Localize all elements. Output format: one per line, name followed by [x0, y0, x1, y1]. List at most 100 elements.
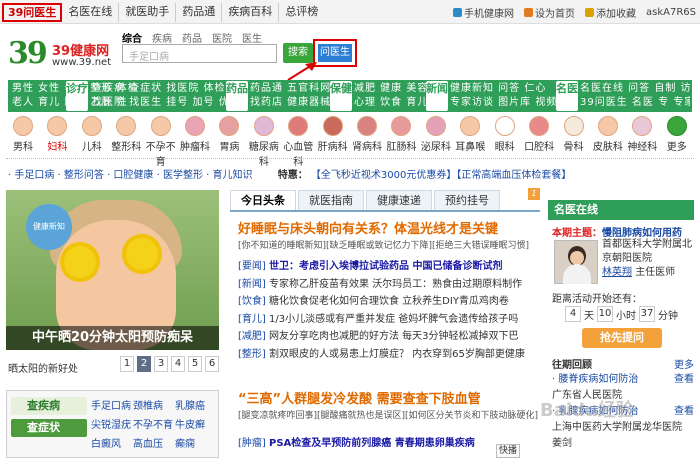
- past-item[interactable]: · 腰脊疾病如何防治 查看: [552, 372, 694, 388]
- nav-block-treatment[interactable]: 查疾病 查症状 找医院 体检 找医院 找医生 挂号 加号 优惠: [92, 82, 241, 110]
- dept-gynecology[interactable]: 妇科: [40, 116, 74, 156]
- pager-4[interactable]: 4: [171, 356, 185, 372]
- plus-icon: [666, 116, 687, 136]
- nav-tag-news[interactable]: 新闻: [426, 81, 448, 111]
- past-more-link[interactable]: 更多: [674, 356, 694, 371]
- dept-orthopedics[interactable]: 骨科: [557, 116, 591, 156]
- dept-plastic[interactable]: 整形科: [109, 116, 143, 156]
- news-headline-2[interactable]: “三高”人群腿发冷发酸 需要查查下肢血管: [238, 388, 538, 407]
- nav-block-famous-doctors[interactable]: 名医在线 问答 自制 访谈39问医生 名医 专 专家: [580, 82, 690, 110]
- pager-2[interactable]: 2: [137, 356, 151, 372]
- doctor-title: 主任医师: [635, 267, 676, 278]
- user-account-link[interactable]: askA7R6S: [646, 5, 696, 20]
- dept-infertility[interactable]: 不孕不育: [144, 116, 178, 168]
- news-subhead-2[interactable]: [腿变凉就疼咋回事][腿酸痛就热也是误区][如何区分关节炎和下肢动脉硬化]: [238, 408, 538, 421]
- dept-liver[interactable]: 肝病科: [316, 116, 350, 156]
- dept-andrology[interactable]: 男科: [6, 116, 40, 156]
- nav-tag-famous-doctors[interactable]: 名医: [556, 81, 578, 111]
- disease-link[interactable]: 尖锐湿疣: [91, 416, 133, 431]
- nav-tag-healthcare[interactable]: 保健: [330, 81, 352, 111]
- disease-link[interactable]: 颈椎病: [133, 397, 175, 412]
- dept-oncology[interactable]: 肿瘤科: [178, 116, 212, 156]
- top-nav-rankings[interactable]: 总评榜: [279, 3, 324, 22]
- search-tab-hospital[interactable]: 医院: [212, 30, 232, 45]
- top-nav-drugs[interactable]: 药品通: [176, 3, 223, 22]
- nav-tag-drugs[interactable]: 药品: [226, 81, 248, 111]
- countdown-minutes: 37: [639, 306, 655, 322]
- ask-first-button[interactable]: 抢先提问: [582, 328, 662, 348]
- search-input[interactable]: 手足口病: [122, 44, 277, 63]
- site-logo[interactable]: 39 39健康网 www.39.net: [8, 36, 116, 74]
- quick-links[interactable]: · 手足口病 · 整形问答 · 口腔健康 · 医学整形 · 育儿知识: [8, 170, 253, 181]
- tab-headlines[interactable]: 今日头条: [230, 190, 296, 210]
- disease-link[interactable]: 不孕不育: [133, 416, 175, 431]
- dept-dental[interactable]: 口腔科: [522, 116, 556, 156]
- doctor-name[interactable]: 林英翔: [602, 267, 632, 278]
- pager-1[interactable]: 1: [120, 356, 134, 372]
- home-icon: [524, 8, 533, 17]
- nav-tag-treatment[interactable]: 诊疗: [66, 81, 88, 111]
- top-nav-disease-wiki[interactable]: 疾病百科: [222, 3, 280, 22]
- tumor-icon: [185, 116, 206, 136]
- disease-link[interactable]: 高血压: [133, 435, 175, 450]
- lookup-disease-button[interactable]: 查疾病: [11, 397, 87, 415]
- mouth-icon: [529, 116, 550, 136]
- pager-3[interactable]: 3: [154, 356, 168, 372]
- dept-eye[interactable]: 眼科: [488, 116, 522, 156]
- tab-clinic-guide[interactable]: 就医指南: [298, 190, 364, 210]
- dept-pediatrics[interactable]: 儿科: [75, 116, 109, 156]
- news-item[interactable]: [肿瘤] PSA检查及早预防前列腺癌 青春期患卵巢疾病: [238, 434, 538, 449]
- disease-link[interactable]: 牛皮癣: [175, 416, 217, 431]
- nav-block-healthcare[interactable]: 减肥 健康 美容 心理 饮食 育儿: [354, 82, 428, 110]
- disease-link[interactable]: 乳腺癌: [175, 397, 217, 412]
- feature-subtitle[interactable]: 晒太阳的新好处: [8, 360, 78, 375]
- disease-link[interactable]: 白癜风: [91, 435, 133, 450]
- past-item: 上海中医药大学附属龙华医院 姜剑: [552, 422, 682, 449]
- feature-caption[interactable]: 中午晒20分钟太阳预防痴呆: [6, 326, 219, 350]
- ask-doctor-button[interactable]: 问医生: [318, 44, 352, 62]
- tab-health-express[interactable]: 健康速递: [366, 190, 432, 210]
- news-item[interactable]: [要闻] 世卫：考虑引入埃博拉试验药品 中国已储备诊断试剂: [238, 258, 538, 276]
- doctor-avatar[interactable]: [554, 240, 598, 284]
- news-headline[interactable]: 好睡眠与床头朝向有关系？体温光线才是关键: [238, 218, 538, 237]
- dept-diabetes[interactable]: 糖尿病科: [247, 116, 281, 168]
- set-homepage-link[interactable]: 设为首页: [524, 5, 575, 20]
- dept-cardio[interactable]: 心血管科: [281, 116, 315, 168]
- top-nav-ask-doctor[interactable]: 39问医生: [2, 3, 63, 22]
- heart-icon: [288, 116, 309, 136]
- dept-anorectal[interactable]: 肛肠科: [384, 116, 418, 156]
- disease-link[interactable]: 癫痫: [175, 435, 217, 450]
- pager-6[interactable]: 6: [205, 356, 219, 372]
- dept-kidney[interactable]: 肾病科: [350, 116, 384, 156]
- news-subhead[interactable]: [你不知道的睡眠新知][缺乏睡眠或致记忆力下降][拒绝三大错误睡眠习惯]: [238, 238, 538, 251]
- lookup-symptom-button[interactable]: 查症状: [11, 419, 87, 437]
- disease-link[interactable]: 手足口病: [91, 397, 133, 412]
- search-tabs: 综合 疾病 药品 医院 医生: [122, 30, 262, 45]
- dept-dermatology[interactable]: 皮肤科: [591, 116, 625, 156]
- dept-stomach[interactable]: 胃病: [212, 116, 246, 156]
- bookmark-link[interactable]: 添加收藏: [585, 5, 636, 20]
- dept-ent[interactable]: 耳鼻喉: [453, 116, 487, 156]
- mobile-link[interactable]: 手机健康网: [453, 5, 514, 20]
- top-nav-famous-doctors[interactable]: 名医在线: [62, 3, 120, 22]
- promo-links[interactable]: 【全飞秒近视术3000元优惠券】【正常高端血压体检套餐】: [311, 170, 571, 181]
- pager-5[interactable]: 5: [188, 356, 202, 372]
- search-tab-all[interactable]: 综合: [122, 30, 142, 45]
- news-item[interactable]: [新闻] 专家称乙肝疫苗有效果 沃尔玛员工：熟食由过期原料制作: [238, 276, 538, 294]
- news-item[interactable]: [育儿] 1/3小儿淡感或有严重并发症 爸妈坏脾气会遗传给孩子吗: [238, 311, 538, 329]
- tab-appointment[interactable]: 预约挂号: [434, 190, 500, 210]
- quick-play-tag[interactable]: 快播: [496, 444, 520, 458]
- search-tab-disease[interactable]: 疾病: [152, 30, 172, 45]
- top-nav-clinic-helper[interactable]: 就医助手: [119, 3, 177, 22]
- nav-block-drugs[interactable]: 药品通 五官科网 找药店 健康器械: [250, 82, 331, 110]
- news-item[interactable]: [饮食] 糖化饮食促老化如何合理饮食 立秋养生DIY青瓜鸡肉卷: [238, 293, 538, 311]
- feature-image[interactable]: 健康新知 中午晒20分钟太阳预防痴呆: [6, 190, 219, 350]
- search-tab-drug[interactable]: 药品: [182, 30, 202, 45]
- news-item[interactable]: [整形] 割双眼皮的人或易患上灯膜症？ 内衣穿到65岁胸部更健康: [238, 346, 538, 364]
- nav-block-news[interactable]: 健康新知 问答 仁心 专家访谈 图片库 视频: [450, 82, 557, 110]
- dept-urology[interactable]: 泌尿科: [419, 116, 453, 156]
- dept-more[interactable]: 更多: [660, 116, 694, 156]
- news-item[interactable]: [减肥] 网友分享吃肉也减肥的好方法 每天3分钟轻松减掉双下巴: [238, 328, 538, 346]
- search-tab-doctor[interactable]: 医生: [242, 30, 262, 45]
- dept-neurology[interactable]: 神经科: [625, 116, 659, 156]
